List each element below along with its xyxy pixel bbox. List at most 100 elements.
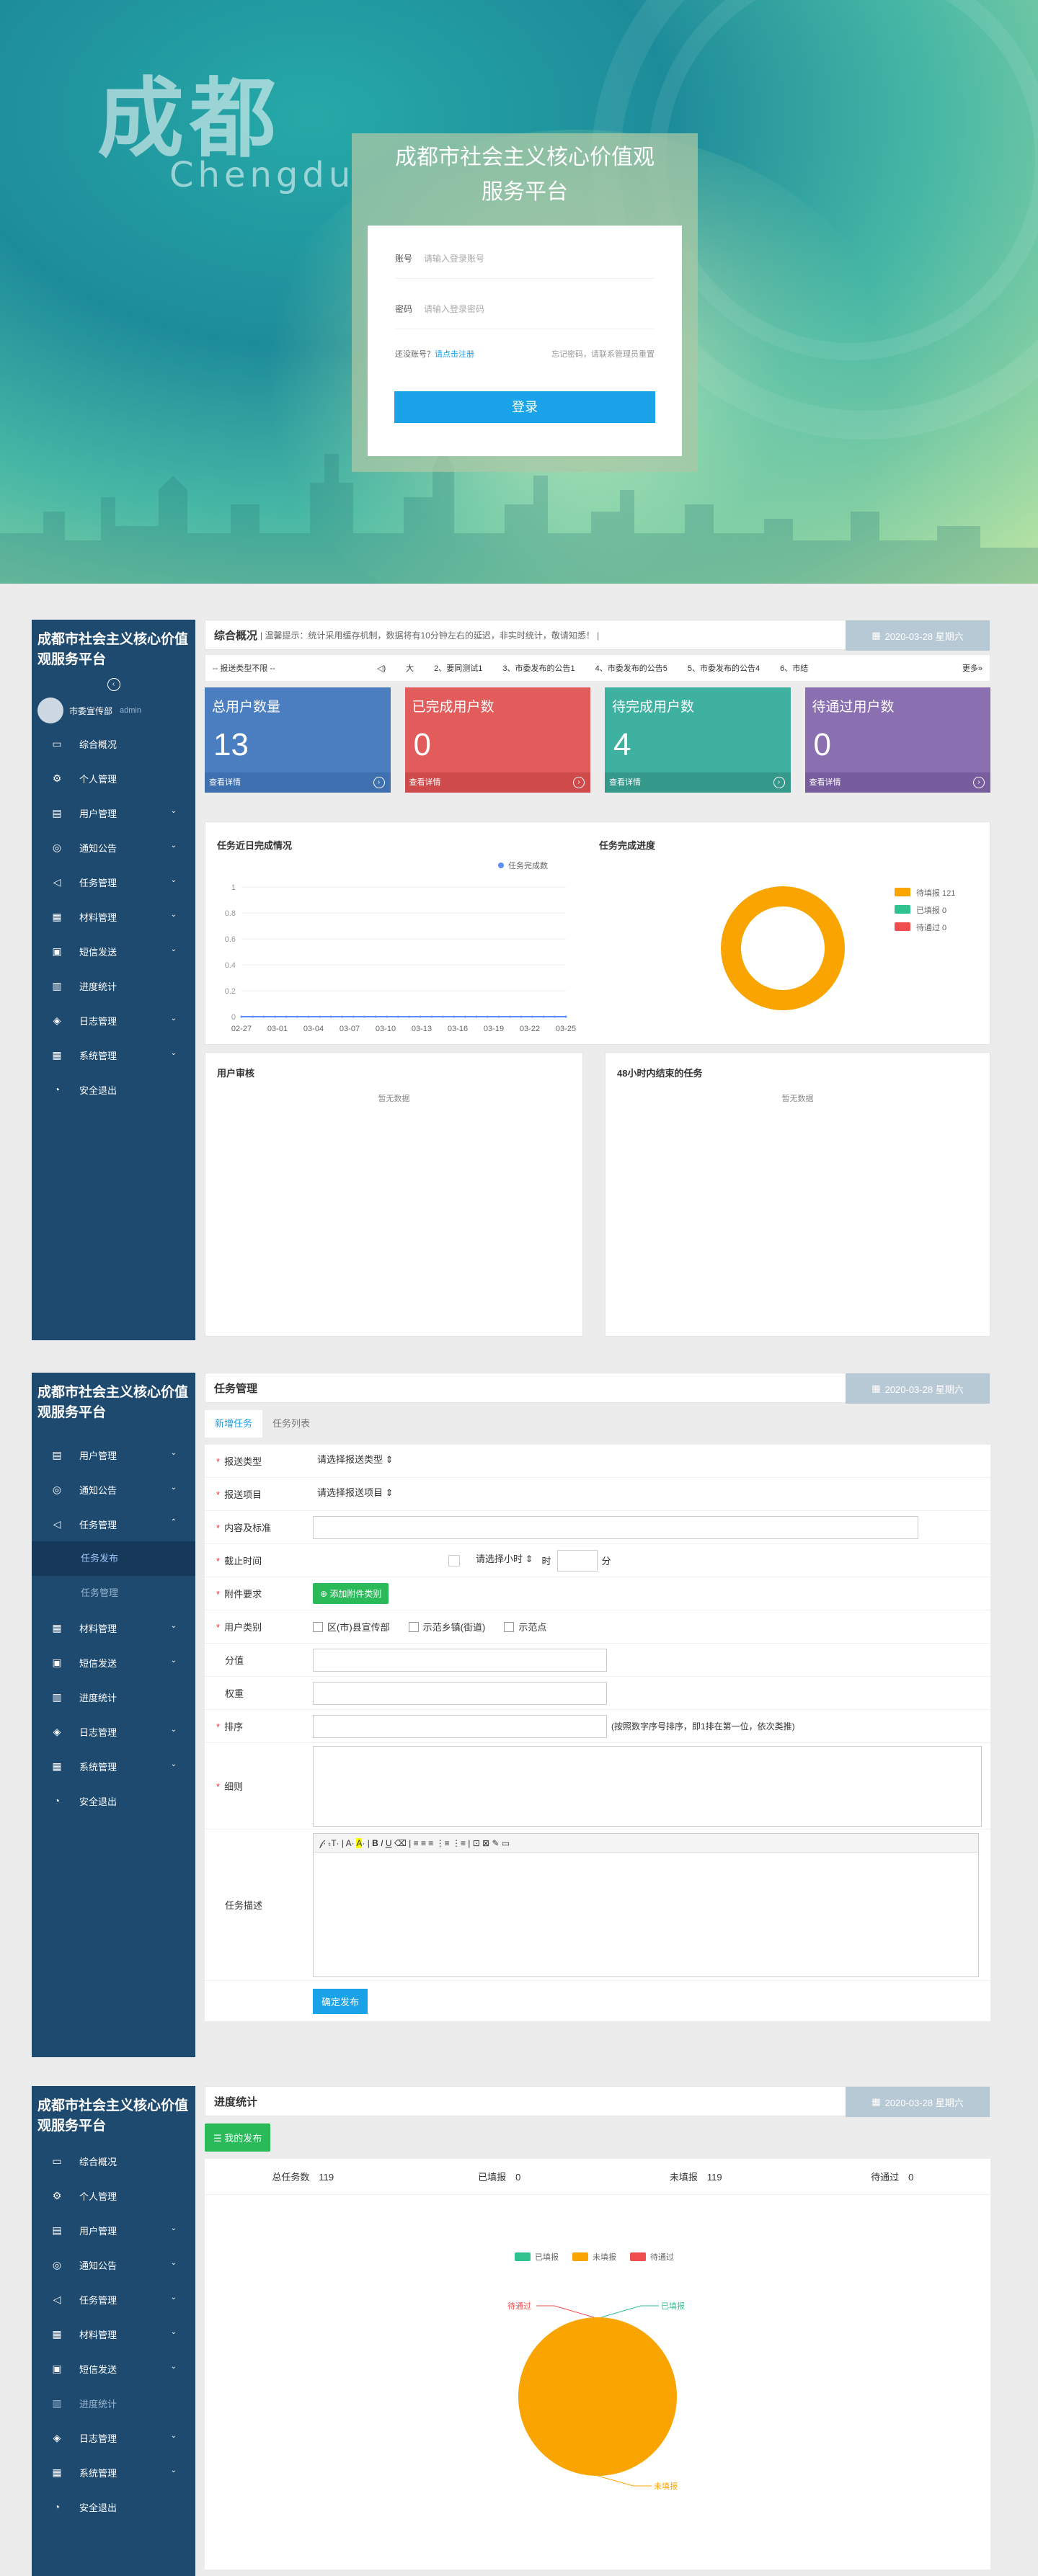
usertype-checkbox[interactable]: 示范点	[504, 1620, 546, 1634]
sidebar-item-logout[interactable]: ◔ 安全退出	[32, 2490, 195, 2524]
x-tick-label: 03-19	[484, 1025, 504, 1033]
add-attachment-button[interactable]: ⊕ 添加附件类别	[313, 1583, 389, 1604]
sidebar-item-logout[interactable]: ◔ 安全退出	[32, 1072, 195, 1107]
chevron-down-icon: ⌄	[170, 1015, 177, 1022]
progress-chart-box: 已填报 未填报 待通过 待通过 已填报 未填报	[205, 2195, 990, 2570]
sidebar-item-log[interactable]: ◈ 日志管理 ⌄	[32, 1003, 195, 1038]
sidebar-item-users[interactable]: ▤ 用户管理 ⌄	[32, 795, 195, 830]
x-tick-label: 03-16	[448, 1025, 468, 1033]
score-input[interactable]	[313, 1648, 607, 1672]
sidebar-item-material[interactable]: ▦ 材料管理 ⌄	[32, 2317, 195, 2351]
sidebar-item-users[interactable]: ▤ 用户管理 ⌄	[32, 1438, 195, 1472]
more-link[interactable]: 更多»	[962, 662, 982, 674]
sidebar-item-sms[interactable]: ▣ 短信发送 ⌄	[32, 2351, 195, 2386]
type-select[interactable]: 请选择报送类型 ⇕	[313, 1452, 398, 1471]
legend-label: 已填报 0	[916, 905, 946, 915]
overview-panel: 成都市社会主义核心价值观服务平台 ‹ 市委宣传部 admin ▭ 综合概况 ⚙ 个人…	[32, 620, 990, 1340]
login-button[interactable]: 登录	[394, 391, 655, 423]
monitor-icon: ▭	[52, 2154, 62, 2167]
project-select[interactable]: 请选择报送项目 ⇕	[313, 1485, 398, 1504]
sidebar-item-notice[interactable]: ◎ 通知公告 ⌄	[32, 830, 195, 865]
sidebar-item-system[interactable]: ▦ 系统管理 ⌄	[32, 2455, 195, 2490]
usertype-checkbox[interactable]: 示范乡镇(街道)	[408, 1620, 485, 1634]
speaker-icon: ◁)	[377, 664, 386, 673]
rules-textarea[interactable]	[313, 1745, 982, 1827]
notice-item[interactable]: 3、市委发布的公告1	[502, 662, 575, 674]
sidebar-item-task[interactable]: ◁ 任务管理 ⌄	[32, 865, 195, 899]
sidebar-sub-publish[interactable]: 任务发布	[32, 1541, 195, 1576]
sidebar-sub-manage[interactable]: 任务管理	[32, 1576, 195, 1610]
chevron-down-icon: ⌄	[170, 2328, 177, 2336]
legend-swatch	[630, 2252, 646, 2261]
sidebar-item-overview[interactable]: ▭ 综合概况	[32, 2144, 195, 2178]
sidebar-item-progress[interactable]: ▥ 进度统计	[32, 1680, 195, 1714]
chevron-down-icon: ⌄	[170, 2432, 177, 2440]
collapse-toggle[interactable]: ‹	[32, 677, 195, 695]
sidebar-item-log[interactable]: ◈ 日志管理 ⌄	[32, 1714, 195, 1749]
data-point	[497, 1015, 500, 1018]
password-input[interactable]: 请输入登录密码	[424, 303, 484, 315]
sidebar-item-personal[interactable]: ⚙ 个人管理	[32, 761, 195, 795]
submit-button[interactable]: 确定发布	[313, 1988, 368, 2014]
sidebar-item-task[interactable]: ◁ 任务管理 ⌄	[32, 2282, 195, 2317]
order-input[interactable]	[313, 1714, 607, 1738]
rich-text-editor[interactable]: 𝒻· ₜT· | A· A· | B I U ⌫ | ≡ ≡ ≡ ⋮≡ ⋮≡ |…	[313, 1832, 979, 1977]
hour-select[interactable]: 请选择小时 ⇕	[471, 1551, 538, 1570]
card-detail-link[interactable]: 查看详情 ›	[404, 772, 590, 793]
line-chart: 任务完成数 0 0.2 0.4 0.6 0.8 1 02-27 03-01 03-04 03-07 0…	[225, 860, 576, 1033]
task-tabs: 新增任务 任务列表	[205, 1410, 990, 1438]
sidebar-item-sms[interactable]: ▣ 短信发送 ⌄	[32, 934, 195, 968]
progress-main: 进度统计 ▦ 2020-03-28 星期六 ☰ 我的发布 总任务数 119 已填报…	[205, 2086, 990, 2576]
notice-item[interactable]: 6、市结	[780, 662, 808, 674]
data-point	[520, 1015, 523, 1018]
weight-input[interactable]	[313, 1681, 607, 1705]
register-link[interactable]: 请点击注册	[435, 350, 474, 359]
legend-swatch	[895, 888, 910, 896]
content-input[interactable]	[313, 1515, 918, 1539]
data-point	[564, 1015, 567, 1018]
x-tick-label: 02-27	[231, 1025, 252, 1033]
sidebar-item-log[interactable]: ◈ 日志管理 ⌄	[32, 2420, 195, 2455]
users-icon: ▤	[52, 806, 62, 819]
data-point	[531, 1015, 533, 1018]
sidebar-item-progress[interactable]: ▥ 进度统计	[32, 2386, 195, 2420]
sidebar-item-personal[interactable]: ⚙ 个人管理	[32, 2178, 195, 2213]
sidebar-item-users[interactable]: ▤ 用户管理 ⌄	[32, 2213, 195, 2247]
y-tick-label: 0	[231, 1013, 236, 1022]
sidebar-item-notice[interactable]: ◎ 通知公告 ⌄	[32, 2247, 195, 2282]
tab-task-list[interactable]: 任务列表	[262, 1410, 320, 1438]
sidebar-item-system[interactable]: ▦ 系统管理 ⌄	[32, 1749, 195, 1783]
sidebar-item-sms[interactable]: ▣ 短信发送 ⌄	[32, 1645, 195, 1680]
account-input[interactable]: 请输入登录账号	[424, 252, 484, 264]
account-field[interactable]: 账号 请输入登录账号	[395, 239, 655, 279]
sidebar-item-progress[interactable]: ▥ 进度统计	[32, 968, 195, 1003]
sidebar-item-material[interactable]: ▦ 材料管理 ⌄	[32, 899, 195, 934]
password-field[interactable]: 密码 请输入登录密码	[395, 289, 655, 329]
card-detail-link[interactable]: 查看详情 ›	[205, 772, 391, 793]
task-header: 任务管理 ▦ 2020-03-28 星期六	[205, 1373, 990, 1404]
chevron-left-icon[interactable]: ‹	[107, 678, 120, 691]
sidebar-item-logout[interactable]: ◔ 安全退出	[32, 1783, 195, 1818]
type-filter-select[interactable]: -- 报送类型不限 --	[213, 662, 357, 674]
editor-toolbar[interactable]: 𝒻· ₜT· | A· A· | B I U ⌫ | ≡ ≡ ≡ ⋮≡ ⋮≡ |…	[314, 1833, 978, 1853]
sidebar-item-overview[interactable]: ▭ 综合概况	[32, 726, 195, 761]
notice-item[interactable]: 5、市委发布的公告4	[688, 662, 760, 674]
sidebar-item-system[interactable]: ▦ 系统管理 ⌄	[32, 1038, 195, 1072]
sidebar-item-notice[interactable]: ◎ 通知公告 ⌄	[32, 1472, 195, 1507]
notice-item[interactable]: 2、要同测试1	[434, 662, 482, 674]
sidebar-item-material[interactable]: ▦ 材料管理 ⌄	[32, 1610, 195, 1645]
minute-input[interactable]	[556, 1549, 598, 1572]
my-publish-button[interactable]: ☰ 我的发布	[205, 2123, 271, 2152]
notice-item[interactable]: 4、市委发布的公告5	[595, 662, 667, 674]
x-tick-label: 03-25	[556, 1025, 576, 1033]
tab-new-task[interactable]: 新增任务	[205, 1410, 263, 1438]
deadline-date-input[interactable]	[313, 1548, 464, 1572]
sidebar-item-task[interactable]: ◁ 任务管理 ⌃	[32, 1507, 195, 1541]
notice-item[interactable]: 大	[406, 662, 414, 674]
usertype-checkbox[interactable]: 区(市)县宣传部	[313, 1620, 390, 1634]
card-detail-link[interactable]: 查看详情 ›	[804, 772, 990, 793]
stat-card-total: 总用户数量 13 查看详情 ›	[205, 687, 391, 793]
login-hero: 成都 Chengdu 成都市社会主义核心价值观 服务平台 账号 请输入登录账号 …	[0, 0, 1038, 584]
progress-pie-chart: 已填报 未填报 待通过待通过 已填报未填报	[507, 2252, 685, 2491]
card-detail-link[interactable]: 查看详情 ›	[605, 772, 791, 793]
